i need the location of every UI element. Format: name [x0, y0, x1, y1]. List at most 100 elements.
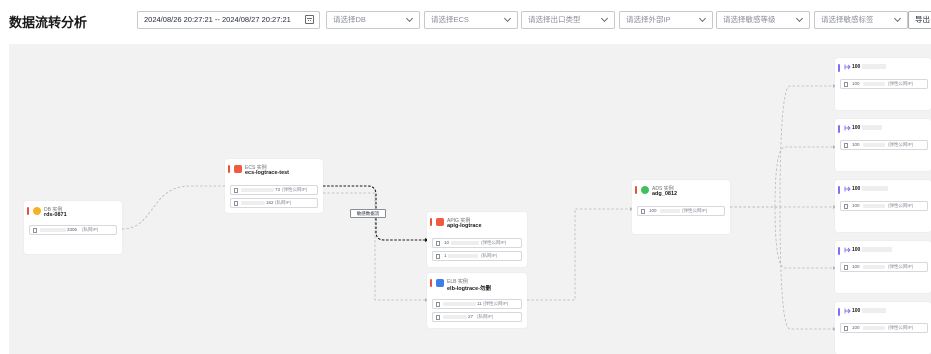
- ip-type: (弹性公网IP): [481, 240, 507, 245]
- ip-suffix: 73: [275, 187, 281, 192]
- masked-ip: [863, 204, 885, 208]
- node-accent-bar: [838, 64, 840, 72]
- masked-ip: [451, 241, 479, 245]
- masked-ip: [862, 64, 886, 69]
- masked-ip: [241, 201, 265, 205]
- ip-type: (弹性公网IP): [282, 187, 308, 192]
- destination-ip-head: 100: [852, 125, 861, 131]
- masked-ip: [443, 315, 467, 319]
- node-name: adg_0812: [652, 191, 678, 197]
- node-accent-bar: [838, 125, 840, 133]
- ip-suffix: 10: [444, 240, 450, 245]
- document-icon: [844, 264, 848, 270]
- ip-type: (弹性公网IP): [888, 203, 914, 208]
- ip-type: (弹性公网IP): [888, 81, 914, 86]
- document-icon: [641, 208, 645, 214]
- ip-type: (弹性公网IP): [888, 264, 914, 269]
- ip-suffix: 3306: [67, 227, 78, 232]
- ip-row: 100 (弹性公网IP): [637, 206, 725, 216]
- document-icon: [234, 200, 238, 206]
- ip-row: 100 (弹性公网IP): [840, 140, 928, 150]
- ip-suffix: 100: [852, 325, 860, 330]
- masked-ip: [40, 228, 66, 232]
- document-icon: [436, 240, 440, 246]
- masked-ip: [862, 247, 892, 252]
- node-name: ecs-logtrace-test: [245, 170, 290, 176]
- masked-ip: [862, 186, 888, 191]
- masked-ip: [863, 143, 885, 147]
- ip-suffix: 100: [852, 81, 860, 86]
- masked-ip: [863, 82, 885, 86]
- api-gateway-icon: [436, 218, 444, 226]
- ip-type: (私网IP): [481, 253, 498, 258]
- ip-row: 100 (弹性公网IP): [840, 323, 928, 333]
- document-icon: [234, 187, 238, 193]
- ip-row: 10 (弹性公网IP): [432, 238, 522, 248]
- node-accent-bar: [635, 186, 637, 194]
- link-db-ecs: [121, 185, 225, 230]
- masked-ip: [443, 302, 476, 306]
- node-accent-bar: [838, 308, 840, 316]
- destination-node[interactable]: 100 100 (弹性公网IP): [835, 58, 931, 110]
- apig-node[interactable]: APIG 实例 apig-logtrace 10 (弹性公网IP) 1 (私网I…: [427, 212, 527, 267]
- document-icon: [436, 253, 440, 259]
- ip-row: 162 (私网IP): [230, 198, 318, 208]
- ecs-node[interactable]: ECS 实例 ecs-logtrace-test 73 (弹性公网IP) 162…: [225, 159, 323, 213]
- document-icon: [844, 142, 848, 148]
- elb-node[interactable]: ELB 实例 elb-logtrace-勿删 11 (弹性公网IP) 27 (私…: [427, 273, 527, 328]
- destination-node[interactable]: 100 100 (弹性公网IP): [835, 180, 931, 232]
- ip-row: 3306 (私网IP): [29, 225, 117, 235]
- ip-suffix: 100: [852, 203, 860, 208]
- ip-suffix: 100: [852, 264, 860, 269]
- ip-row: 100 (弹性公网IP): [840, 262, 928, 272]
- node-accent-bar: [430, 218, 432, 226]
- ip-row: 73 (弹性公网IP): [230, 185, 318, 195]
- document-icon: [844, 81, 848, 87]
- destination-ip-head: 100: [852, 308, 861, 314]
- destination-ip-head: 100: [852, 186, 861, 192]
- link-ads-dest4: [730, 206, 833, 269]
- masked-ip: [448, 254, 478, 258]
- ads-node[interactable]: ADS 实例 adg_0812 100 (弹性公网IP): [632, 180, 730, 234]
- ip-suffix: 162: [266, 200, 274, 205]
- ip-type: (私网IP): [275, 200, 292, 205]
- node-accent-bar: [838, 186, 840, 194]
- ip-suffix: 1: [444, 253, 447, 258]
- node-name: rds-0871: [44, 212, 67, 218]
- document-icon: [844, 325, 848, 331]
- masked-ip: [862, 125, 882, 130]
- ip-type: (私网IP): [477, 314, 494, 319]
- node-name: apig-logtrace: [447, 223, 482, 229]
- ads-icon: [641, 186, 649, 194]
- node-accent-bar: [430, 279, 432, 287]
- database-icon: [33, 207, 41, 215]
- node-accent-bar: [838, 247, 840, 255]
- ip-type: (弹性公网IP): [888, 142, 914, 147]
- destination-node[interactable]: 100 100 (弹性公网IP): [835, 302, 931, 354]
- link-ads-dest1: [730, 85, 833, 208]
- link-ads-dest2: [730, 146, 833, 208]
- egress-icon: [844, 308, 851, 314]
- egress-icon: [844, 125, 851, 131]
- ip-suffix: 100: [852, 142, 860, 147]
- ip-row: 100 (弹性公网IP): [840, 201, 928, 211]
- load-balancer-icon: [436, 279, 444, 287]
- ip-row: 1 (私网IP): [432, 251, 522, 261]
- link-elb-ads: [527, 208, 630, 301]
- destination-node[interactable]: 100 100 (弹性公网IP): [835, 241, 931, 293]
- ip-suffix: 27: [468, 314, 474, 319]
- ip-type: (弹性公网IP): [888, 325, 914, 330]
- flow-edge-label[interactable]: 敏感数据流: [350, 209, 386, 218]
- destination-ip-head: 100: [852, 247, 861, 253]
- egress-icon: [844, 186, 851, 192]
- document-icon: [33, 227, 37, 233]
- destination-node[interactable]: 100 100 (弹性公网IP): [835, 119, 931, 171]
- ip-type: (弹性公网IP): [682, 208, 708, 213]
- masked-ip: [863, 326, 885, 330]
- ip-suffix: 100: [649, 208, 657, 213]
- masked-ip: [660, 209, 680, 213]
- document-icon: [436, 301, 440, 307]
- node-accent-bar: [228, 165, 230, 173]
- ip-type: (私网IP): [82, 227, 99, 232]
- db-node[interactable]: DB 实例 rds-0871 3306 (私网IP): [24, 201, 122, 254]
